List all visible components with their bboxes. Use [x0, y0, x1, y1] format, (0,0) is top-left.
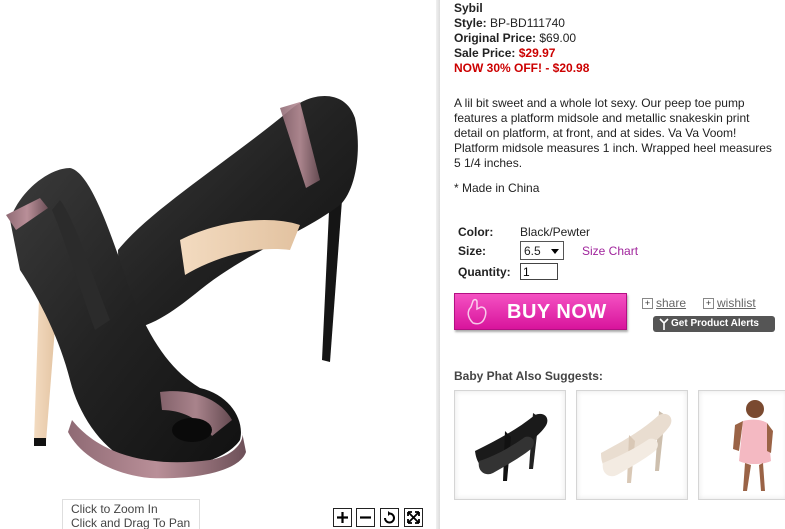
original-price-row: Original Price: $69.00 [454, 31, 576, 45]
color-value: Black/Pewter [520, 225, 591, 239]
original-price-value: $69.00 [539, 31, 577, 45]
buy-now-button[interactable]: BUY NOW [454, 293, 627, 330]
color-label: Color: [458, 225, 494, 239]
size-selected-value: 6.5 [524, 244, 541, 258]
zoom-out-icon [360, 516, 371, 519]
black-slingback-heel-image [475, 413, 548, 481]
product-description: A lil bit sweet and a whole lot sexy. Ou… [454, 96, 772, 170]
quantity-input[interactable] [520, 263, 558, 280]
discount-text: NOW 30% OFF! - $20.98 [454, 61, 590, 75]
hand-cursor-icon [467, 298, 487, 325]
zoom-in-icon [337, 512, 348, 523]
size-select[interactable]: 6.5 [520, 241, 564, 260]
sale-price-label: Sale Price: [454, 46, 516, 60]
style-value: BP-BD111740 [490, 16, 565, 30]
wishlist-label: wishlist [717, 296, 756, 310]
product-name: Sybil [454, 1, 483, 15]
quantity-label: Quantity: [458, 265, 511, 279]
product-image-viewer[interactable]: Click to Zoom In Click and Drag To Pan [0, 0, 438, 529]
wishlist-link[interactable]: + wishlist [703, 296, 756, 310]
dropdown-arrow-icon [551, 249, 559, 254]
buy-now-label: BUY NOW [507, 301, 607, 323]
plus-icon: + [703, 298, 714, 310]
size-chart-link[interactable]: Size Chart [582, 244, 638, 258]
suggestion-thumb-3[interactable] [698, 390, 785, 500]
size-label: Size: [458, 244, 487, 258]
get-product-alerts-button[interactable]: Get Product Alerts [653, 316, 775, 332]
product-origin: * Made in China [454, 181, 540, 195]
suggestion-thumb-2[interactable] [576, 390, 688, 500]
zoom-hint: Click to Zoom In Click and Drag To Pan [62, 499, 200, 529]
viewer-divider [436, 0, 440, 529]
product-image[interactable] [0, 0, 436, 500]
zoom-in-button[interactable] [333, 508, 352, 527]
rotate-icon [384, 511, 395, 524]
fullscreen-button[interactable] [404, 508, 423, 527]
antenna-icon [659, 318, 669, 330]
sale-price-row: Sale Price: $29.97 [454, 46, 555, 60]
suggestion-thumb-1[interactable] [454, 390, 566, 500]
rotate-button[interactable] [380, 508, 399, 527]
style-row: Style: BP-BD111740 [454, 16, 565, 30]
product-alerts-label: Get Product Alerts [671, 318, 759, 329]
sale-price-value: $29.97 [518, 46, 556, 60]
suggestions-title: Baby Phat Also Suggests: [454, 369, 603, 383]
zoom-hint-line-1: Click to Zoom In [71, 502, 158, 516]
share-link[interactable]: + share [642, 296, 686, 310]
original-price-label: Original Price: [454, 31, 537, 45]
nude-slingback-heel-image [601, 411, 672, 483]
style-label: Style: [454, 16, 487, 30]
fullscreen-icon [407, 511, 420, 524]
pink-dress-image [733, 400, 773, 491]
zoom-hint-line-2: Click and Drag To Pan [71, 516, 191, 529]
zoom-out-button[interactable] [356, 508, 375, 527]
share-label: share [656, 296, 687, 310]
plus-icon: + [642, 298, 653, 310]
